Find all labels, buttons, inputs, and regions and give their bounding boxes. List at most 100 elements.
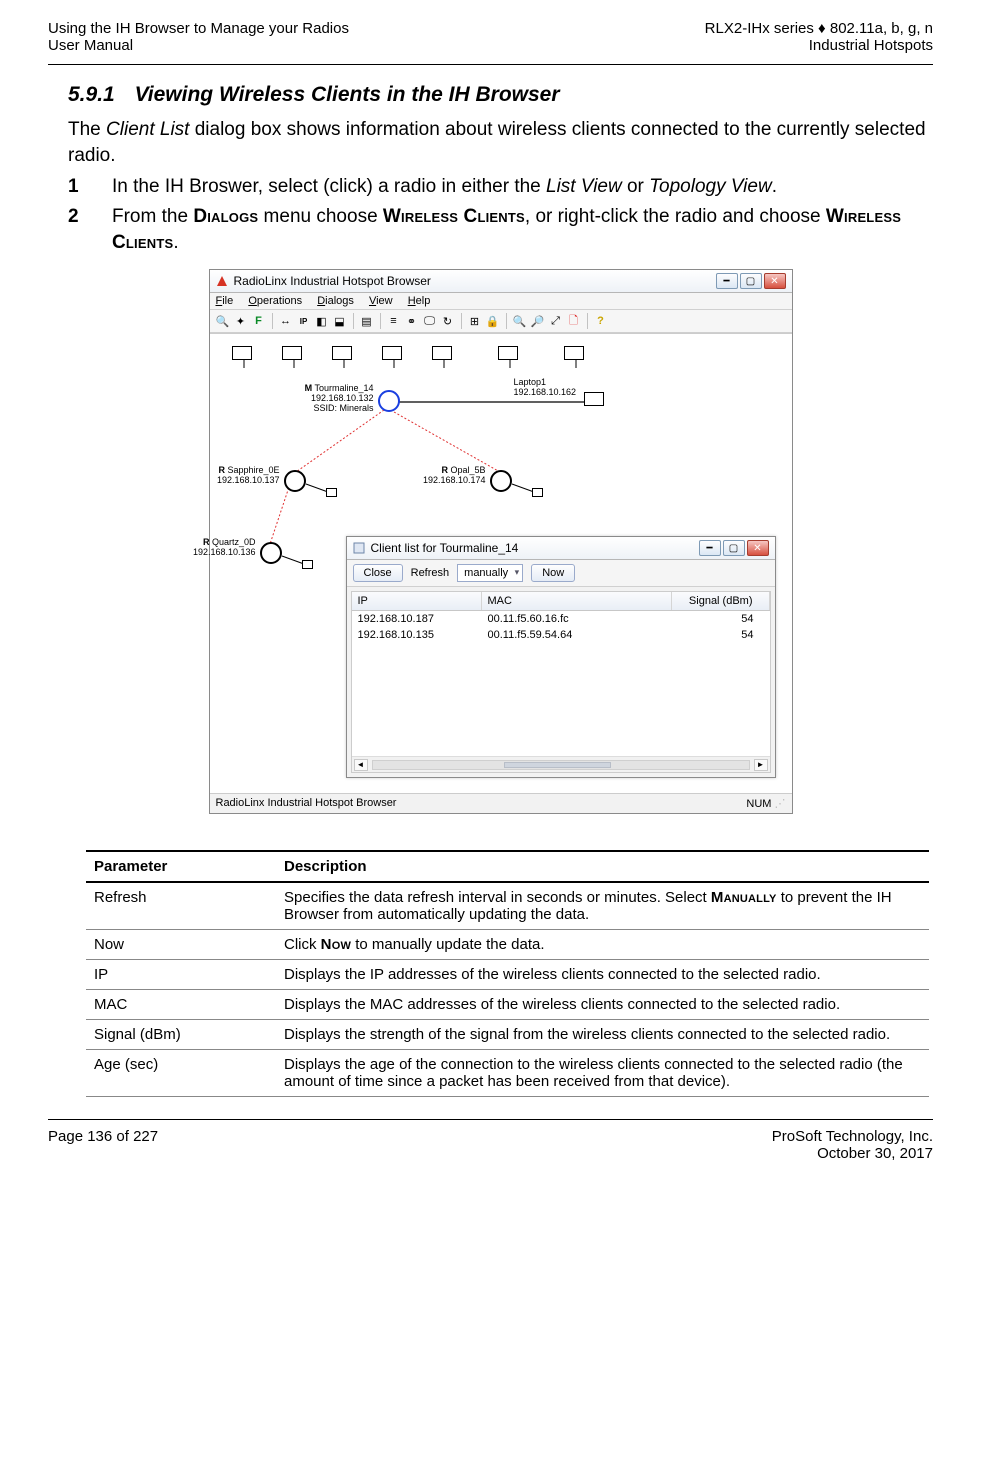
param-name: Now xyxy=(86,930,276,960)
properties-icon[interactable]: ▤ xyxy=(360,314,374,328)
client-close-button[interactable]: ✕ xyxy=(747,540,769,556)
footer-left: Page 136 of 227 xyxy=(48,1128,158,1162)
step-1-num: 1 xyxy=(68,174,79,200)
header-rule xyxy=(48,64,933,65)
master-ip: 192.168.10.132 xyxy=(311,393,374,403)
cell-signal: 54 xyxy=(672,627,770,643)
col-ip-header[interactable]: IP xyxy=(352,592,482,610)
menu-operations[interactable]: Operations xyxy=(248,295,302,307)
page-footer: Page 136 of 227 ProSoft Technology, Inc.… xyxy=(48,1128,933,1162)
menu-file[interactable]: File xyxy=(216,295,234,307)
col-mac-header[interactable]: MAC xyxy=(482,592,672,610)
toolbar-sep-4 xyxy=(461,313,462,329)
node-quartz-label: R Quartz_0D 192.168.10.136 xyxy=(166,538,256,558)
params-row-refresh: Refresh Specifies the data refresh inter… xyxy=(86,882,929,930)
client-window-title: Client list for Tourmaline_14 xyxy=(371,541,519,555)
scroll-left-icon[interactable]: ◄ xyxy=(354,759,368,771)
params-head-desc: Description xyxy=(276,851,929,882)
step-1-mid: or xyxy=(622,176,649,197)
step-1-post: . xyxy=(772,176,777,197)
intro-pre: The xyxy=(68,119,106,140)
ip-assign-icon[interactable]: ↔ xyxy=(279,314,293,328)
node-opal[interactable] xyxy=(490,470,512,492)
table-row[interactable]: 192.168.10.135 00.11.f5.59.54.64 54 xyxy=(352,627,770,643)
tree-icon[interactable]: ⊞ xyxy=(468,314,482,328)
maximize-button[interactable]: ▢ xyxy=(740,273,762,289)
footer-right-line2: October 30, 2017 xyxy=(772,1145,933,1162)
param-desc: Specifies the data refresh interval in s… xyxy=(276,882,929,930)
network-icon[interactable]: ⬓ xyxy=(333,314,347,328)
binoculars-icon[interactable]: 🔍 xyxy=(216,314,230,328)
section-heading: 5.9.1 Viewing Wireless Clients in the IH… xyxy=(68,83,933,107)
minimize-button[interactable]: ━ xyxy=(716,273,738,289)
header-right-line2: Industrial Hotspots xyxy=(705,37,933,54)
table-row[interactable]: 192.168.10.187 00.11.f5.60.16.fc 54 xyxy=(352,611,770,627)
client-titlebar[interactable]: Client list for Tourmaline_14 ━ ▢ ✕ xyxy=(347,537,775,560)
new-doc-icon[interactable]: 🗋 xyxy=(567,314,581,328)
close-button[interactable]: ✕ xyxy=(764,273,786,289)
node-laptop[interactable] xyxy=(584,392,604,406)
topology-canvas[interactable]: M Tourmaline_14 192.168.10.132 SSID: Min… xyxy=(210,333,792,793)
step-1-listview: List View xyxy=(546,176,622,197)
window-titlebar[interactable]: RadioLinx Industrial Hotspot Browser ━ ▢… xyxy=(210,270,792,293)
param-desc: Click Now to manually update the data. xyxy=(276,930,929,960)
param-name: Refresh xyxy=(86,882,276,930)
connect-icon[interactable]: ◧ xyxy=(315,314,329,328)
node-opal-port xyxy=(532,488,543,497)
client-minimize-button[interactable]: ━ xyxy=(699,540,721,556)
step-2-pre: From the xyxy=(112,206,193,227)
params-row-age: Age (sec) Displays the age of the connec… xyxy=(86,1050,929,1097)
zoom-out-icon[interactable]: 🔎 xyxy=(531,314,545,328)
client-table-hscroll[interactable]: ◄ ► xyxy=(352,756,770,772)
step-2-wireless1: Wireless Clients xyxy=(383,206,525,227)
menu-dialogs[interactable]: Dialogs xyxy=(317,295,354,307)
cell-ip: 192.168.10.187 xyxy=(352,611,482,627)
zoom-in-icon[interactable]: 🔍 xyxy=(513,314,527,328)
resize-grip-icon[interactable]: ⋰ xyxy=(775,798,786,810)
wand-icon[interactable]: ✦ xyxy=(234,314,248,328)
menu-view[interactable]: View xyxy=(369,295,393,307)
toolbar-sep-1 xyxy=(272,313,273,329)
col-signal-header[interactable]: Signal (dBm) xyxy=(672,592,770,610)
param-desc: Displays the age of the connection to th… xyxy=(276,1050,929,1097)
app-icon xyxy=(216,275,228,287)
step-2-num: 2 xyxy=(68,204,79,230)
desc-post: to manually update the data. xyxy=(351,936,544,953)
now-button[interactable]: Now xyxy=(531,564,575,582)
opal-ip: 192.168.10.174 xyxy=(423,475,486,485)
node-quartz[interactable] xyxy=(260,542,282,564)
client-table-header: IP MAC Signal (dBm) xyxy=(352,592,770,611)
close-button-inner[interactable]: Close xyxy=(353,564,403,582)
scroll-right-icon[interactable]: ► xyxy=(754,759,768,771)
sapphire-tag: R xyxy=(218,465,225,475)
cell-signal: 54 xyxy=(672,611,770,627)
master-name: Tourmaline_14 xyxy=(314,383,373,393)
topology-view-icon[interactable]: ⚭ xyxy=(405,314,419,328)
node-sapphire[interactable] xyxy=(284,470,306,492)
zoom-fit-icon[interactable]: ⤢ xyxy=(549,314,563,328)
statusbar: RadioLinx Industrial Hotspot Browser NUM… xyxy=(210,793,792,813)
flag-icon[interactable]: F xyxy=(252,314,266,328)
window-controls: ━ ▢ ✕ xyxy=(716,273,786,289)
monitor-icon[interactable]: 🖵 xyxy=(423,314,437,328)
cell-mac: 00.11.f5.60.16.fc xyxy=(482,611,672,627)
scroll-thumb[interactable] xyxy=(372,760,750,770)
header-left-line2: User Manual xyxy=(48,37,349,54)
client-maximize-button[interactable]: ▢ xyxy=(723,540,745,556)
lock-icon[interactable]: 🔒 xyxy=(486,314,500,328)
master-tag: M xyxy=(305,383,313,393)
intro-post: dialog box shows information about wirel… xyxy=(68,119,926,166)
ip-label-icon[interactable]: IP xyxy=(297,314,311,328)
list-view-icon[interactable]: ≡ xyxy=(387,314,401,328)
node-master[interactable] xyxy=(378,390,400,412)
master-ssid: SSID: Minerals xyxy=(313,403,373,413)
help-icon[interactable]: ? xyxy=(594,314,608,328)
cell-ip: 192.168.10.135 xyxy=(352,627,482,643)
status-num: NUM xyxy=(746,798,771,810)
quartz-ip: 192.168.10.136 xyxy=(193,547,256,557)
step-1-topologyview: Topology View xyxy=(649,176,772,197)
refresh-icon[interactable]: ↻ xyxy=(441,314,455,328)
menu-help[interactable]: Help xyxy=(408,295,431,307)
refresh-mode-select[interactable]: manually xyxy=(457,564,523,582)
toolbar-sep-6 xyxy=(587,313,588,329)
